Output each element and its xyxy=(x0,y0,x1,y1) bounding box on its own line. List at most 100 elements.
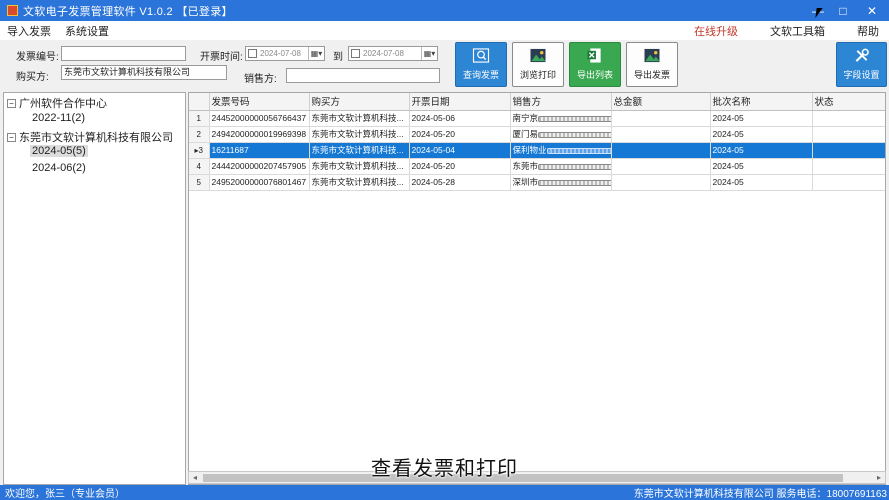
column-header[interactable]: 总金额 xyxy=(611,93,711,111)
invoice-table: 发票号码 购买方 开票日期 销售方 总金额 批次名称 状态 1 24452000… xyxy=(188,92,886,485)
status-cell xyxy=(812,174,885,191)
calendar-dropdown-icon[interactable]: ▦▾ xyxy=(308,47,324,60)
total-cell xyxy=(611,142,711,159)
tools-icon xyxy=(855,48,869,62)
tree-node-month[interactable]: 2024-06(2) xyxy=(32,162,86,174)
filter-toolbar: 发票编号: 购买方: 东莞市文软计算机科技有限公司 开票时间: 2024-07-… xyxy=(0,40,889,92)
seller-cell: 南宁京 xyxy=(510,110,612,127)
column-header[interactable]: 状态 xyxy=(812,93,885,111)
window-title: 文软电子发票管理软件 V1.0.2 【已登录】 xyxy=(23,5,233,18)
redacted-mask xyxy=(538,163,610,170)
issue-time-label: 开票时间: xyxy=(200,52,243,63)
invoice-no-cell: 24442000000207457905 xyxy=(209,158,310,175)
invoice-no-label: 发票编号: xyxy=(16,52,59,63)
buyer-cell: 东莞市文软计算机科技... xyxy=(309,142,410,159)
company-tree: − 广州软件合作中心 2022-11(2) − 东莞市文软计算机科技有限公司 202… xyxy=(3,92,186,485)
export-list-button[interactable]: 导出列表 xyxy=(569,42,621,87)
close-button[interactable]: ✕ xyxy=(860,0,884,21)
tree-node-label: 东莞市文软计算机科技有限公司 xyxy=(19,132,173,144)
row-number-text: 3 xyxy=(198,145,203,155)
table-row-selected[interactable]: ▸3 16211687 东莞市文软计算机科技... 2024-05-04 保利物… xyxy=(189,142,885,159)
row-number: 4 xyxy=(189,158,210,175)
seller-text: 南宁京 xyxy=(512,113,539,123)
column-header[interactable]: 发票号码 xyxy=(209,93,310,111)
export-list-label: 导出列表 xyxy=(576,70,613,80)
column-header[interactable]: 销售方 xyxy=(510,93,612,111)
seller-cell: 东莞市 xyxy=(510,158,612,175)
app-icon xyxy=(7,5,18,16)
seller-cell: 厦门易 xyxy=(510,126,612,143)
date-to-checkbox[interactable] xyxy=(351,49,360,58)
tree-node-label: 2022-11(2) xyxy=(32,112,85,124)
video-caption: 查看发票和打印 xyxy=(371,458,518,480)
date-cell: 2024-05-04 xyxy=(409,142,511,159)
title-bar: 文软电子发票管理软件 V1.0.2 【已登录】 xyxy=(0,0,889,21)
buyer-cell: 东莞市文软计算机科技... xyxy=(309,110,410,127)
seller-input[interactable] xyxy=(286,68,440,83)
batch-cell: 2024-05 xyxy=(710,110,813,127)
seller-label: 销售方: xyxy=(244,74,277,85)
date-from-checkbox[interactable] xyxy=(248,49,257,58)
preview-print-button[interactable]: 浏览打印 xyxy=(512,42,564,87)
table-row[interactable]: 2 24942000000019969398 东莞市文软计算机科技... 202… xyxy=(189,126,885,143)
status-bar: 欢迎您，张三（专业会员） 东莞市文软计算机科技有限公司 服务电话：1800769… xyxy=(0,485,889,500)
collapse-toggle-icon[interactable]: − xyxy=(7,133,16,142)
maximize-button[interactable]: □ xyxy=(831,0,855,21)
status-user: 欢迎您，张三（专业会员） xyxy=(5,489,125,500)
invoice-no-input[interactable] xyxy=(61,46,186,61)
column-header[interactable]: 购买方 xyxy=(309,93,410,111)
menu-online-upgrade[interactable]: 在线升级 xyxy=(687,23,745,39)
menu-bar: 导入发票 系统设置 在线升级 文软工具箱 帮助 xyxy=(0,21,889,40)
preview-print-label: 浏览打印 xyxy=(519,70,556,80)
table-row[interactable]: 1 24452000000056766437 东莞市文软计算机科技... 202… xyxy=(189,110,885,127)
total-cell xyxy=(611,174,711,191)
tree-node-month[interactable]: 2022-11(2) xyxy=(32,112,85,124)
total-cell xyxy=(611,126,711,143)
image-icon xyxy=(644,48,660,63)
date-from-value: 2024-07-08 xyxy=(260,49,301,58)
buyer-input[interactable]: 东莞市文软计算机科技有限公司 xyxy=(61,65,227,80)
invoice-no-cell: 24952000000076801467 xyxy=(209,174,310,191)
tree-node-label: 2024-05(5) xyxy=(32,145,86,157)
seller-text: 深圳市 xyxy=(512,177,539,187)
menu-system-settings[interactable]: 系统设置 xyxy=(58,23,116,39)
seller-cell: 深圳市 xyxy=(510,174,612,191)
status-company-phone: 东莞市文软计算机科技有限公司 服务电话：18007691163 xyxy=(633,489,887,500)
table-header-row: 发票号码 购买方 开票日期 销售方 总金额 批次名称 状态 xyxy=(189,93,885,111)
buyer-cell: 东莞市文软计算机科技... xyxy=(309,158,410,175)
export-invoice-label: 导出发票 xyxy=(633,70,670,80)
column-header[interactable]: 开票日期 xyxy=(409,93,511,111)
column-header[interactable]: 批次名称 xyxy=(710,93,813,111)
redacted-mask xyxy=(538,179,610,186)
seller-text: 保利物业 xyxy=(512,145,547,155)
search-icon xyxy=(472,48,490,63)
batch-cell: 2024-05 xyxy=(710,126,813,143)
date-from-picker[interactable]: 2024-07-08 ▦▾ xyxy=(245,46,325,61)
tree-node-month-selected[interactable]: 2024-05(5) xyxy=(30,145,88,157)
table-row[interactable]: 4 24442000000207457905 东莞市文软计算机科技... 202… xyxy=(189,158,885,175)
calendar-dropdown-icon[interactable]: ▦▾ xyxy=(421,47,437,60)
redacted-mask xyxy=(546,147,610,154)
batch-cell: 2024-05 xyxy=(710,142,813,159)
tree-node-company[interactable]: − 广州软件合作中心 xyxy=(7,95,107,111)
redacted-mask xyxy=(538,115,610,122)
date-cell: 2024-05-20 xyxy=(409,126,511,143)
status-cell xyxy=(812,142,885,159)
date-to-picker[interactable]: 2024-07-08 ▦▾ xyxy=(348,46,438,61)
invoice-no-cell: 24452000000056766437 xyxy=(209,110,310,127)
row-number: ▸3 xyxy=(189,142,210,159)
export-invoice-button[interactable]: 导出发票 xyxy=(626,42,678,87)
buyer-label: 购买方: xyxy=(16,72,49,83)
collapse-toggle-icon[interactable]: − xyxy=(7,99,16,108)
excel-icon xyxy=(587,48,601,63)
table-row[interactable]: 5 24952000000076801467 东莞市文软计算机科技... 202… xyxy=(189,174,885,191)
menu-help[interactable]: 帮助 xyxy=(850,23,886,39)
query-invoice-button[interactable]: 查询发票 xyxy=(455,42,507,87)
menu-toolbox[interactable]: 文软工具箱 xyxy=(763,23,832,39)
field-settings-button[interactable]: 字段设置 xyxy=(836,42,887,87)
redacted-mask xyxy=(538,131,610,138)
invoice-no-cell: 24942000000019969398 xyxy=(209,126,310,143)
menu-import-invoice[interactable]: 导入发票 xyxy=(0,23,58,39)
invoice-no-cell: 16211687 xyxy=(209,142,310,159)
tree-node-company[interactable]: − 东莞市文软计算机科技有限公司 xyxy=(7,129,173,145)
